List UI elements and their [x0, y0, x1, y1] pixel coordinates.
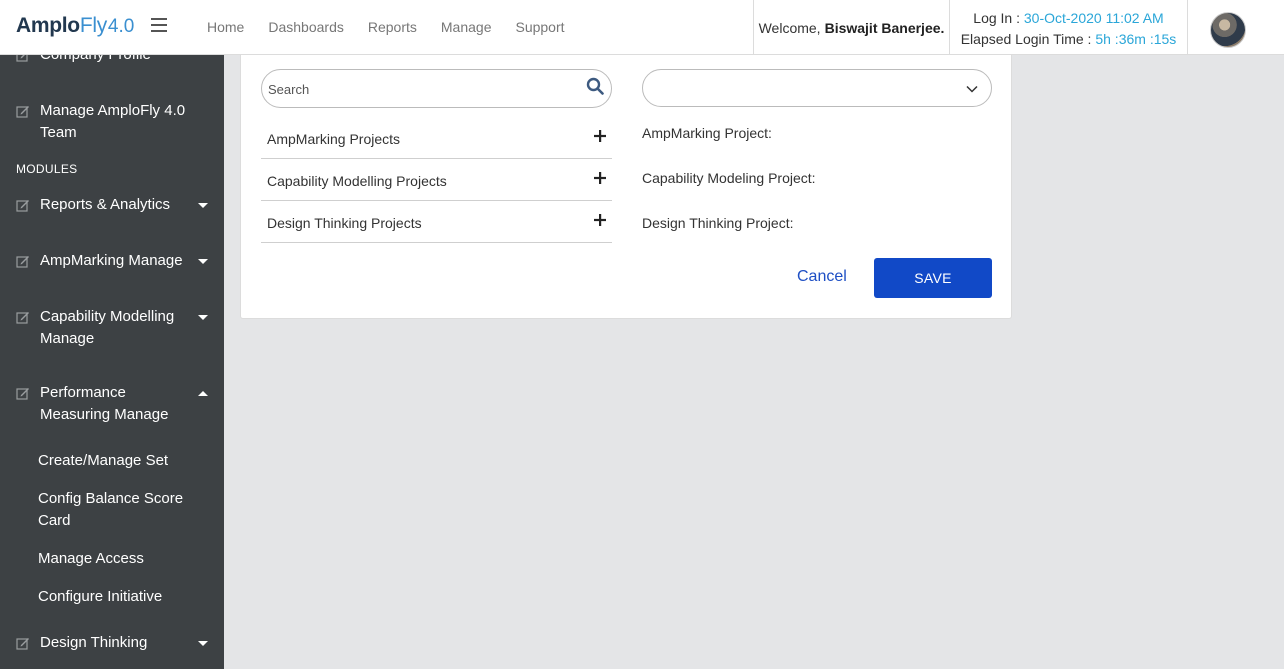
- elapsed-time: 5h :36m :15s: [1095, 31, 1177, 47]
- elapsed-label: Elapsed Login Time :: [960, 31, 1092, 47]
- sidebar-item-label: Design Thinking: [40, 634, 148, 651]
- project-group-ampmarking[interactable]: AmpMarking Projects: [261, 117, 612, 159]
- login-time: 30-Oct-2020 11:02 AM: [1023, 10, 1164, 26]
- search-icon[interactable]: [586, 77, 604, 95]
- chevron-down-icon: [966, 85, 978, 93]
- cancel-button[interactable]: Cancel: [797, 268, 847, 286]
- login-info: Log In : 30-Oct-2020 11:02 AM Elapsed Lo…: [950, 0, 1188, 55]
- plus-icon[interactable]: [593, 171, 607, 185]
- project-group-design-thinking[interactable]: Design Thinking Projects: [261, 201, 612, 243]
- nav-support[interactable]: Support: [515, 19, 564, 35]
- design-thinking-project-label: Design Thinking Project:: [642, 215, 794, 231]
- capability-modeling-project-label: Capability Modeling Project:: [642, 170, 816, 186]
- sidebar-subitem-configure-initiative[interactable]: Configure Initiative: [38, 586, 208, 608]
- save-button[interactable]: SAVE: [874, 258, 992, 298]
- sidebar-item-label: Manage AmploFly 4.0 Team: [40, 102, 186, 141]
- caret-down-icon[interactable]: [198, 315, 208, 320]
- main-nav: Home Dashboards Reports Manage Support: [207, 19, 589, 35]
- edit-icon: [16, 55, 28, 62]
- ampmarking-project-label: AmpMarking Project:: [642, 125, 772, 141]
- nav-home[interactable]: Home: [207, 19, 244, 35]
- caret-up-icon[interactable]: [198, 391, 208, 396]
- project-list: AmpMarking Projects Capability Modelling…: [261, 117, 612, 243]
- project-group-label: Capability Modelling Projects: [267, 173, 447, 189]
- sidebar-item-label: Reports & Analytics: [40, 196, 171, 213]
- edit-icon: [16, 388, 29, 400]
- project-group-label: AmpMarking Projects: [267, 131, 401, 147]
- nav-dashboards[interactable]: Dashboards: [268, 19, 344, 35]
- logo-amplo: Amplo: [16, 14, 80, 37]
- caret-down-icon[interactable]: [198, 203, 208, 208]
- logo-version: 4.0: [107, 16, 135, 37]
- project-select[interactable]: [642, 69, 992, 107]
- project-group-capability-modelling[interactable]: Capability Modelling Projects: [261, 159, 612, 201]
- login-label: Log In :: [973, 10, 1020, 26]
- amplofly-logo[interactable]: Amplo Fly 4.0: [16, 14, 134, 40]
- plus-icon[interactable]: [593, 129, 607, 143]
- edit-icon: [16, 638, 29, 650]
- edit-icon: [16, 312, 29, 324]
- caret-down-icon[interactable]: [198, 259, 208, 264]
- menu-toggle-icon[interactable]: [151, 18, 167, 32]
- search-box: [261, 69, 612, 108]
- top-navbar: Amplo Fly 4.0 Home Dashboards Reports Ma…: [0, 0, 1284, 55]
- plus-icon[interactable]: [593, 213, 607, 227]
- welcome-message: Welcome, Biswajit Banerjee.: [753, 0, 950, 55]
- logo-fly: Fly: [79, 14, 107, 37]
- sidebar-item-label: Company Profile: [40, 55, 190, 66]
- project-group-label: Design Thinking Projects: [267, 215, 422, 231]
- search-input[interactable]: [268, 79, 568, 99]
- sidebar-item-label: Capability Modelling Manage: [40, 308, 175, 347]
- sidebar-item-label: Performance Measuring Manage: [40, 384, 169, 423]
- modules-heading: MODULES: [16, 162, 78, 176]
- sidebar-subitem-create-manage-set[interactable]: Create/Manage Set: [38, 450, 208, 472]
- edit-icon: [16, 256, 29, 268]
- sidebar-item-label: AmpMarking Manage: [40, 252, 183, 269]
- nav-reports[interactable]: Reports: [368, 19, 417, 35]
- user-name: Biswajit Banerjee.: [824, 19, 945, 36]
- welcome-prefix: Welcome,: [758, 19, 821, 36]
- project-mapping-card: AmpMarking Projects Capability Modelling…: [240, 55, 1012, 319]
- sidebar-subitem-manage-access[interactable]: Manage Access: [38, 548, 208, 570]
- nav-manage[interactable]: Manage: [441, 19, 492, 35]
- caret-down-icon[interactable]: [198, 641, 208, 646]
- edit-icon: [16, 106, 29, 118]
- sidebar-subitem-config-balance-score-card[interactable]: Config Balance Score Card: [38, 488, 208, 532]
- edit-icon: [16, 200, 29, 212]
- sidebar: Company Profile Manage AmploFly 4.0 Team…: [0, 55, 224, 669]
- user-avatar[interactable]: [1210, 12, 1246, 48]
